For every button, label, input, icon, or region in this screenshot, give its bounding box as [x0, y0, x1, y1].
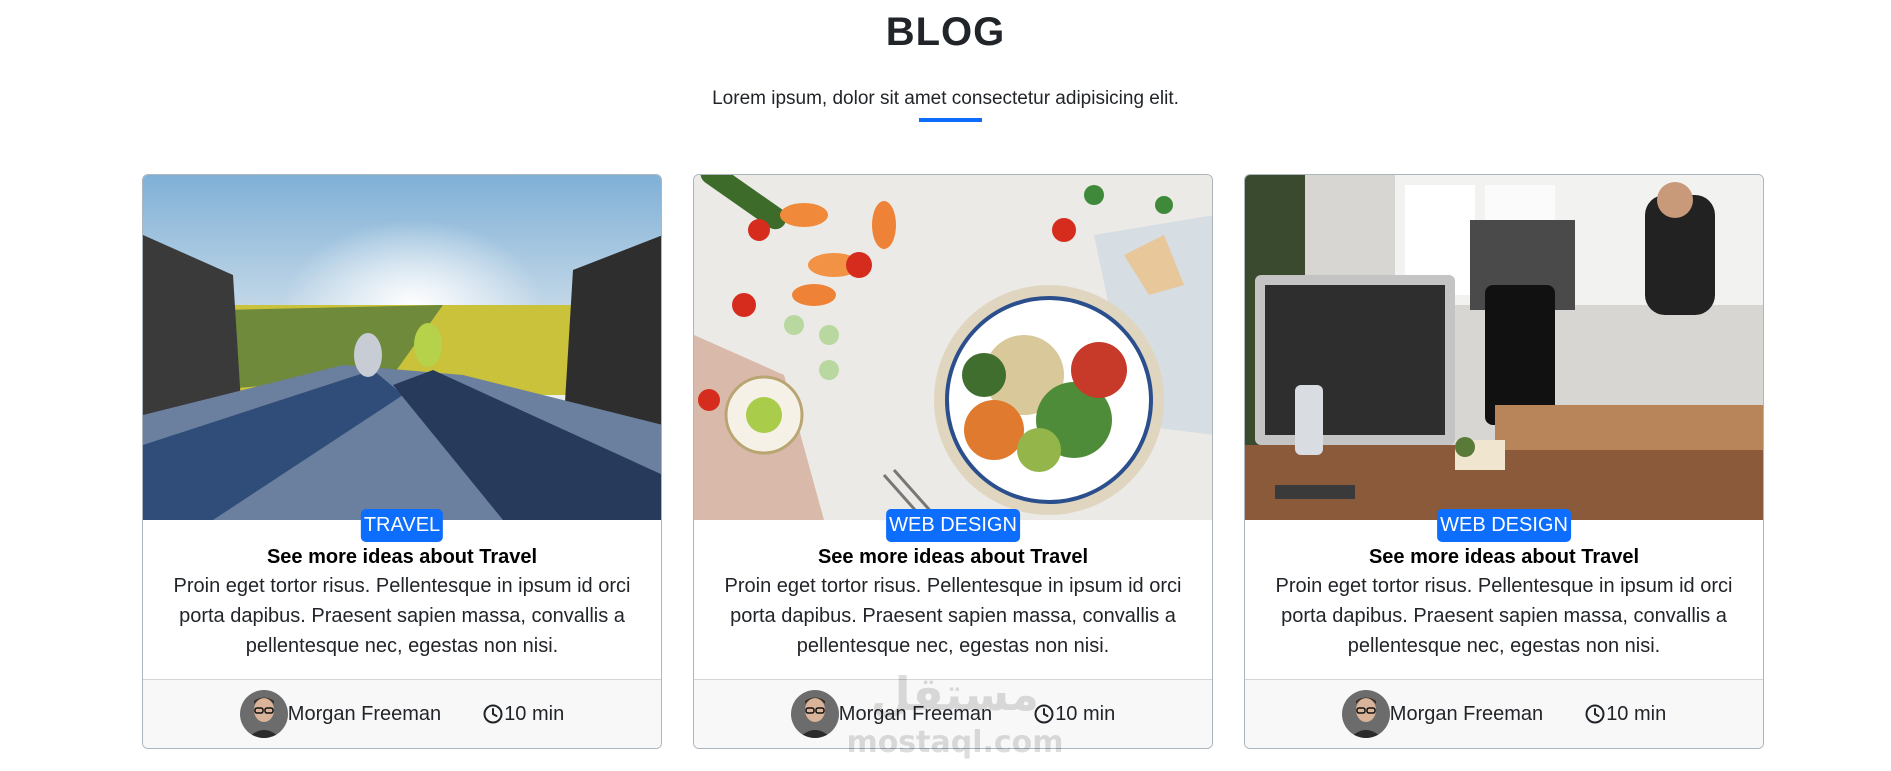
clock-icon: [1585, 704, 1605, 724]
avatar: [790, 690, 839, 738]
page-subtitle: Lorem ipsum, dolor sit amet consectetur …: [712, 88, 1179, 109]
blog-card[interactable]: TRAVEL See more ideas about Travel Proin…: [142, 174, 662, 749]
read-time-label: 10 min: [1606, 702, 1667, 725]
blog-card[interactable]: WEB DESIGN See more ideas about Travel P…: [693, 174, 1213, 749]
author-name: Morgan Freeman: [287, 702, 442, 725]
card-image-travel[interactable]: [143, 175, 661, 520]
avatar: [1341, 690, 1390, 738]
read-time-label: 10 min: [504, 702, 565, 725]
card-body: See more ideas about Travel Proin eget t…: [143, 543, 661, 661]
category-badge[interactable]: WEB DESIGN: [1437, 509, 1571, 542]
card-title[interactable]: See more ideas about Travel: [1271, 543, 1737, 571]
clock-icon: [483, 704, 503, 724]
card-text: Proin eget tortor risus. Pellentesque in…: [173, 575, 631, 657]
card-body: See more ideas about Travel Proin eget t…: [694, 543, 1212, 661]
blog-cards: TRAVEL See more ideas about Travel Proin…: [142, 174, 1764, 749]
author-name: Morgan Freeman: [838, 702, 993, 725]
page-title: BLOG: [885, 10, 1006, 54]
card-title[interactable]: See more ideas about Travel: [720, 543, 1186, 571]
author-name: Morgan Freeman: [1389, 702, 1544, 725]
card-footer: Morgan Freeman 10 min: [694, 679, 1212, 748]
author-info[interactable]: Morgan Freeman: [1341, 690, 1544, 738]
author-info[interactable]: Morgan Freeman: [239, 690, 442, 738]
read-time-label: 10 min: [1055, 702, 1116, 725]
card-text: Proin eget tortor risus. Pellentesque in…: [724, 575, 1182, 657]
card-body: See more ideas about Travel Proin eget t…: [1245, 543, 1763, 661]
title-underline: [919, 118, 982, 122]
card-image-food[interactable]: [694, 175, 1212, 520]
card-text: Proin eget tortor risus. Pellentesque in…: [1275, 575, 1733, 657]
read-time: 10 min: [483, 703, 564, 726]
read-time: 10 min: [1585, 703, 1666, 726]
clock-icon: [1034, 704, 1054, 724]
card-footer: Morgan Freeman 10 min: [143, 679, 661, 748]
category-badge[interactable]: TRAVEL: [360, 509, 444, 542]
card-footer: Morgan Freeman 10 min: [1245, 679, 1763, 748]
card-image-office[interactable]: [1245, 175, 1763, 520]
author-info[interactable]: Morgan Freeman: [790, 690, 993, 738]
read-time: 10 min: [1034, 703, 1115, 726]
blog-card[interactable]: WEB DESIGN See more ideas about Travel P…: [1244, 174, 1764, 749]
avatar: [239, 690, 288, 738]
category-badge[interactable]: WEB DESIGN: [886, 509, 1020, 542]
card-title[interactable]: See more ideas about Travel: [169, 543, 635, 571]
